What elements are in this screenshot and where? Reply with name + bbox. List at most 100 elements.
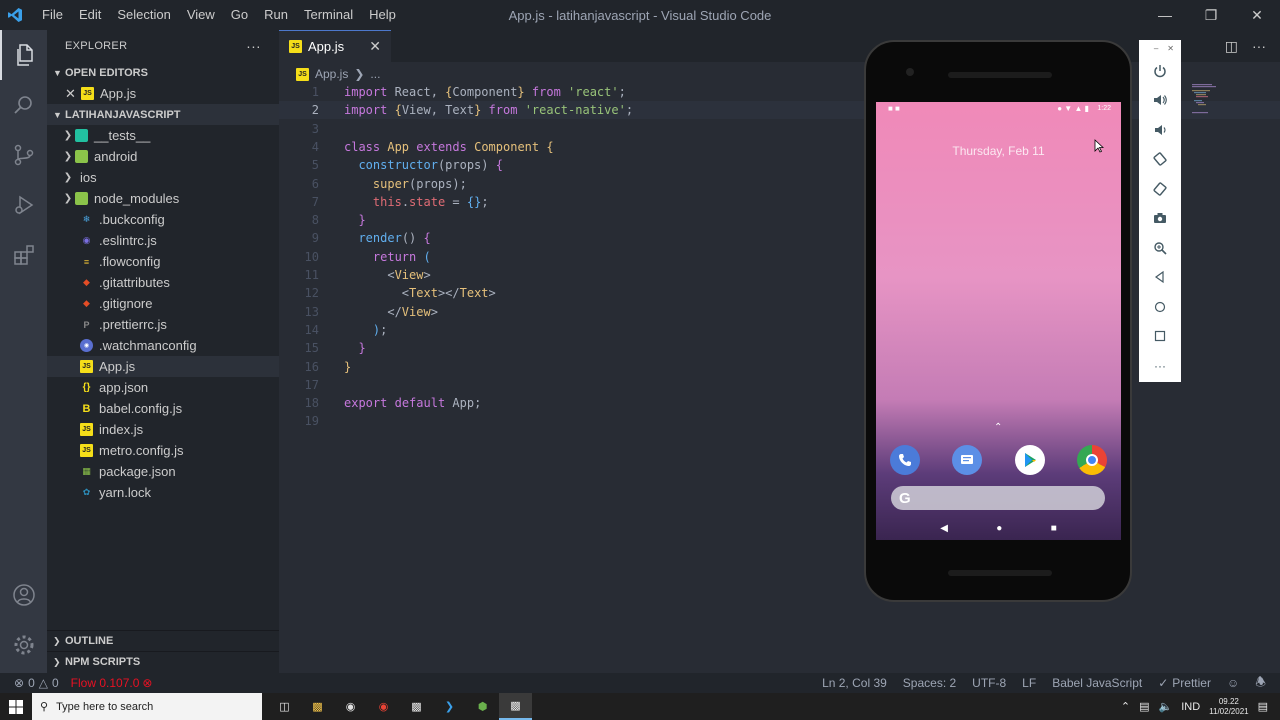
- android-studio-icon[interactable]: ⬢: [466, 693, 499, 720]
- file-watchmanconfig[interactable]: ◉ .watchmanconfig: [47, 335, 279, 356]
- outline-section[interactable]: ❯ OUTLINE: [47, 630, 279, 651]
- close-icon[interactable]: ✕: [369, 38, 381, 55]
- power-icon[interactable]: [1139, 56, 1181, 86]
- minimize-icon[interactable]: —: [1142, 0, 1188, 30]
- flow-status[interactable]: Flow 0.107.0 ⊗: [71, 676, 153, 690]
- back-icon[interactable]: ◀: [940, 523, 948, 534]
- restore-icon[interactable]: ❐: [1188, 0, 1234, 30]
- speaker-icon[interactable]: 🔈: [1158, 700, 1172, 713]
- action-center-icon[interactable]: ▤: [1258, 700, 1268, 713]
- menu-selection[interactable]: Selection: [109, 0, 178, 30]
- source-control-activity[interactable]: [0, 130, 47, 180]
- taskbar-search[interactable]: ⚲ Type here to search: [32, 693, 262, 720]
- rotate-right-icon[interactable]: [1139, 174, 1181, 204]
- panel-close-icon[interactable]: ✕: [1167, 44, 1174, 53]
- play-store-app-icon[interactable]: [1014, 445, 1045, 475]
- tray-chevron-icon[interactable]: ⌃: [1121, 700, 1130, 713]
- minimap[interactable]: [1192, 84, 1272, 114]
- close-window-icon[interactable]: ✕: [1234, 0, 1280, 30]
- folder-tests[interactable]: ❯ __tests__: [47, 125, 279, 146]
- chrome-app-icon[interactable]: [1076, 445, 1107, 475]
- zoom-icon[interactable]: [1139, 233, 1181, 263]
- phone-app-icon[interactable]: [890, 445, 920, 475]
- accounts-activity[interactable]: [0, 570, 47, 620]
- menu-terminal[interactable]: Terminal: [296, 0, 361, 30]
- more-actions-icon[interactable]: ···: [246, 38, 261, 54]
- folder-android[interactable]: ❯ android: [47, 146, 279, 167]
- messages-app-icon[interactable]: [952, 445, 983, 475]
- file-metro-config[interactable]: JS metro.config.js: [47, 440, 279, 461]
- project-section[interactable]: ▼ LATIHANJAVASCRIPT: [47, 104, 279, 125]
- npm-scripts-section[interactable]: ❯ NPM SCRIPTS: [47, 651, 279, 672]
- encoding[interactable]: UTF-8: [972, 676, 1006, 690]
- language-mode[interactable]: Babel JavaScript: [1052, 676, 1142, 690]
- more-actions-icon[interactable]: ···: [1252, 38, 1266, 54]
- volume-up-icon[interactable]: [1139, 86, 1181, 116]
- file-gitattributes[interactable]: ◆ .gitattributes: [47, 272, 279, 293]
- taskbar-clock[interactable]: 09.22 11/02/2021: [1209, 697, 1248, 717]
- close-icon[interactable]: ✕: [65, 86, 81, 102]
- open-editors-section[interactable]: ▼ OPEN EDITORS: [47, 62, 279, 83]
- rotate-left-icon[interactable]: [1139, 145, 1181, 175]
- explorer-activity[interactable]: [0, 30, 47, 80]
- notifications-icon[interactable]: 🕭: [1255, 673, 1266, 694]
- file-app-json[interactable]: {} app.json: [47, 377, 279, 398]
- back-triangle-icon[interactable]: [1139, 263, 1181, 293]
- vscode-taskbar-icon[interactable]: ❯: [433, 693, 466, 720]
- feedback-icon[interactable]: ☺: [1227, 676, 1239, 690]
- menu-file[interactable]: File: [34, 0, 71, 30]
- windows-start-icon[interactable]: [0, 693, 32, 720]
- file-explorer-icon[interactable]: ▩: [301, 693, 334, 720]
- menu-view[interactable]: View: [179, 0, 223, 30]
- file-yarn-lock[interactable]: ✿ yarn.lock: [47, 482, 279, 503]
- problems-indicator[interactable]: ⊗ 0 △ 0: [14, 676, 59, 690]
- input-language[interactable]: IND: [1181, 701, 1200, 713]
- file-eslintrc[interactable]: ◉ .eslintrc.js: [47, 230, 279, 251]
- more-icon[interactable]: ···: [1139, 351, 1181, 381]
- camera-screenshot-icon[interactable]: [1139, 204, 1181, 234]
- overview-square-icon[interactable]: [1139, 322, 1181, 352]
- file-buckconfig[interactable]: ❄ .buckconfig: [47, 209, 279, 230]
- google-search-bar[interactable]: G: [891, 486, 1105, 510]
- eslint-icon: ◉: [82, 235, 91, 245]
- panel-minimize-icon[interactable]: –: [1154, 44, 1158, 53]
- file-babel-config[interactable]: Bbabel.config.js: [47, 398, 279, 419]
- search-activity[interactable]: [0, 80, 47, 130]
- open-editor-item[interactable]: ✕ JS App.js: [47, 83, 279, 104]
- network-icon[interactable]: ▤: [1139, 700, 1149, 713]
- breadcrumb-file[interactable]: App.js: [315, 67, 348, 81]
- emulator-taskbar-icon[interactable]: ▩: [499, 693, 532, 720]
- recents-icon[interactable]: ■: [1051, 523, 1057, 534]
- file-gitignore[interactable]: ◆ .gitignore: [47, 293, 279, 314]
- tab-app-js[interactable]: JS App.js ✕: [279, 30, 391, 62]
- file-flowconfig[interactable]: ≡ .flowconfig: [47, 251, 279, 272]
- file-prettierrc[interactable]: P .prettierrc.js: [47, 314, 279, 335]
- task-view-icon[interactable]: ◫: [268, 693, 301, 720]
- file-app-js[interactable]: JS App.js: [47, 356, 279, 377]
- split-editor-icon[interactable]: ◫: [1225, 38, 1238, 55]
- menu-help[interactable]: Help: [361, 0, 404, 30]
- menu-go[interactable]: Go: [223, 0, 256, 30]
- line-endings[interactable]: LF: [1022, 676, 1036, 690]
- emulator-screen[interactable]: ■ ■ ● ▼ ▲ ▮ 1:22 Thursday, Feb 11 ⌃ G ◀ …: [876, 102, 1121, 540]
- app-drawer-chevron-icon[interactable]: ⌃: [994, 422, 1002, 433]
- menu-edit[interactable]: Edit: [71, 0, 109, 30]
- home-circle-icon[interactable]: [1139, 292, 1181, 322]
- file-index-js[interactable]: JS index.js: [47, 419, 279, 440]
- run-debug-activity[interactable]: [0, 180, 47, 230]
- file-package-json[interactable]: ▦ package.json: [47, 461, 279, 482]
- folder-ios[interactable]: ❯ ios: [47, 167, 279, 188]
- manage-activity[interactable]: [0, 620, 47, 670]
- chrome-profile-icon[interactable]: ◉: [334, 693, 367, 720]
- terminal-icon[interactable]: ▩: [400, 693, 433, 720]
- extensions-activity[interactable]: [0, 230, 47, 280]
- folder-node-modules[interactable]: ❯ node_modules: [47, 188, 279, 209]
- indentation[interactable]: Spaces: 2: [903, 676, 956, 690]
- chrome-icon[interactable]: ◉: [367, 693, 400, 720]
- home-icon[interactable]: ●: [996, 523, 1002, 534]
- prettier-status[interactable]: ✓ Prettier: [1158, 676, 1211, 690]
- volume-down-icon[interactable]: [1139, 115, 1181, 145]
- menu-run[interactable]: Run: [256, 0, 296, 30]
- cursor-position[interactable]: Ln 2, Col 39: [822, 676, 887, 690]
- breadcrumb-more[interactable]: ...: [370, 67, 380, 81]
